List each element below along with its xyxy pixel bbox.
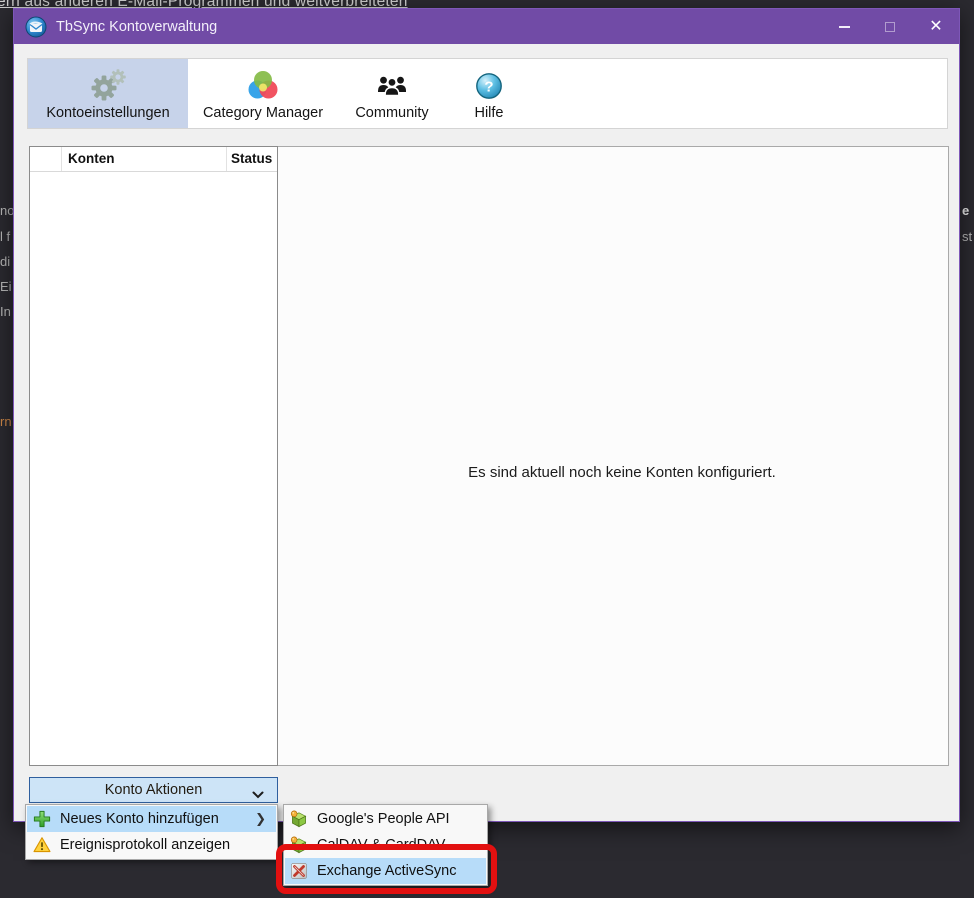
submenu-item-google-people-api[interactable]: Google's People API bbox=[285, 806, 486, 832]
background-text-fragment: no bbox=[0, 203, 13, 218]
tab-hilfe[interactable]: ? Hilfe bbox=[446, 59, 532, 128]
tab-label: Category Manager bbox=[202, 105, 324, 121]
background-text-fragment: di bbox=[0, 254, 11, 269]
toolbar: Kontoeinstellungen Category Manager Comm… bbox=[27, 58, 948, 129]
submenu-arrow-icon: ❯ bbox=[255, 811, 266, 826]
close-button[interactable]: ✕ bbox=[913, 9, 959, 44]
submenu-item-caldav-carddav[interactable]: CalDAV & CardDAV bbox=[285, 832, 486, 858]
konto-aktionen-menu: Neues Konto hinzufügen ❯ Ereignisprotoko… bbox=[25, 804, 278, 860]
exchange-icon bbox=[290, 862, 308, 880]
background-text-fragment: In bbox=[0, 304, 11, 319]
konto-aktionen-label: Konto Aktionen bbox=[104, 782, 203, 798]
venn-circles-icon bbox=[247, 67, 279, 105]
submenu-item-exchange-activesync[interactable]: Exchange ActiveSync bbox=[285, 858, 486, 884]
cube-icon bbox=[290, 810, 308, 828]
background-text-fragment: l f bbox=[0, 229, 11, 244]
background-text-fragment: Ei bbox=[0, 279, 12, 294]
maximize-button[interactable] bbox=[867, 9, 913, 44]
accounts-list-panel: Konten Status bbox=[29, 146, 278, 766]
background-text-fragment: rn bbox=[0, 414, 12, 429]
neues-konto-submenu: Google's People API CalDAV & CardDAV Exc… bbox=[283, 804, 488, 886]
tab-category-manager[interactable]: Category Manager bbox=[188, 59, 338, 128]
cube-icon bbox=[290, 836, 308, 854]
tab-community[interactable]: Community bbox=[338, 59, 446, 128]
accounts-table-header: Konten Status bbox=[30, 147, 277, 172]
window-controls: ✕ bbox=[821, 9, 959, 44]
help-icon: ? bbox=[475, 67, 503, 105]
menu-item-neues-konto[interactable]: Neues Konto hinzufügen ❯ bbox=[27, 806, 276, 832]
tbsync-window: TbSync Kontoverwaltung ✕ Kontoeinstellun… bbox=[13, 8, 960, 822]
tbsync-app-icon bbox=[25, 16, 47, 38]
gears-icon bbox=[89, 67, 127, 105]
tab-label: Community bbox=[355, 105, 429, 121]
svg-text:?: ? bbox=[484, 79, 493, 96]
warning-icon bbox=[33, 836, 51, 854]
detail-pane: Es sind aktuell noch keine Konten konfig… bbox=[278, 146, 949, 766]
submenu-item-label: CalDAV & CardDAV bbox=[317, 837, 446, 853]
column-header-status[interactable]: Status bbox=[227, 147, 277, 171]
background-text-fragment: e bbox=[962, 203, 970, 218]
chevron-down-icon bbox=[252, 787, 264, 803]
background-text-fragment: st bbox=[962, 229, 973, 244]
submenu-item-label: Google's People API bbox=[317, 811, 450, 827]
titlebar: TbSync Kontoverwaltung ✕ bbox=[14, 9, 959, 44]
konto-aktionen-button[interactable]: Konto Aktionen bbox=[29, 777, 278, 803]
submenu-item-label: Exchange ActiveSync bbox=[317, 863, 457, 879]
menu-item-label: Neues Konto hinzufügen bbox=[60, 811, 219, 827]
plus-icon bbox=[33, 810, 51, 828]
tab-label: Kontoeinstellungen bbox=[46, 105, 170, 121]
window-title: TbSync Kontoverwaltung bbox=[56, 18, 218, 35]
column-header-checkbox[interactable] bbox=[30, 147, 62, 171]
menu-item-label: Ereignisprotokoll anzeigen bbox=[60, 837, 231, 853]
empty-accounts-message: Es sind aktuell noch keine Konten konfig… bbox=[468, 463, 776, 481]
menu-item-ereignisprotokoll[interactable]: Ereignisprotokoll anzeigen bbox=[27, 832, 276, 858]
column-header-konten[interactable]: Konten bbox=[62, 147, 227, 171]
tab-kontoeinstellungen[interactable]: Kontoeinstellungen bbox=[28, 59, 188, 128]
minimize-button[interactable] bbox=[821, 9, 867, 44]
desktop-background: ern aus anderen E-Mail-Programmen und we… bbox=[0, 0, 974, 898]
tab-label: Hilfe bbox=[474, 105, 504, 121]
people-icon bbox=[376, 67, 408, 105]
